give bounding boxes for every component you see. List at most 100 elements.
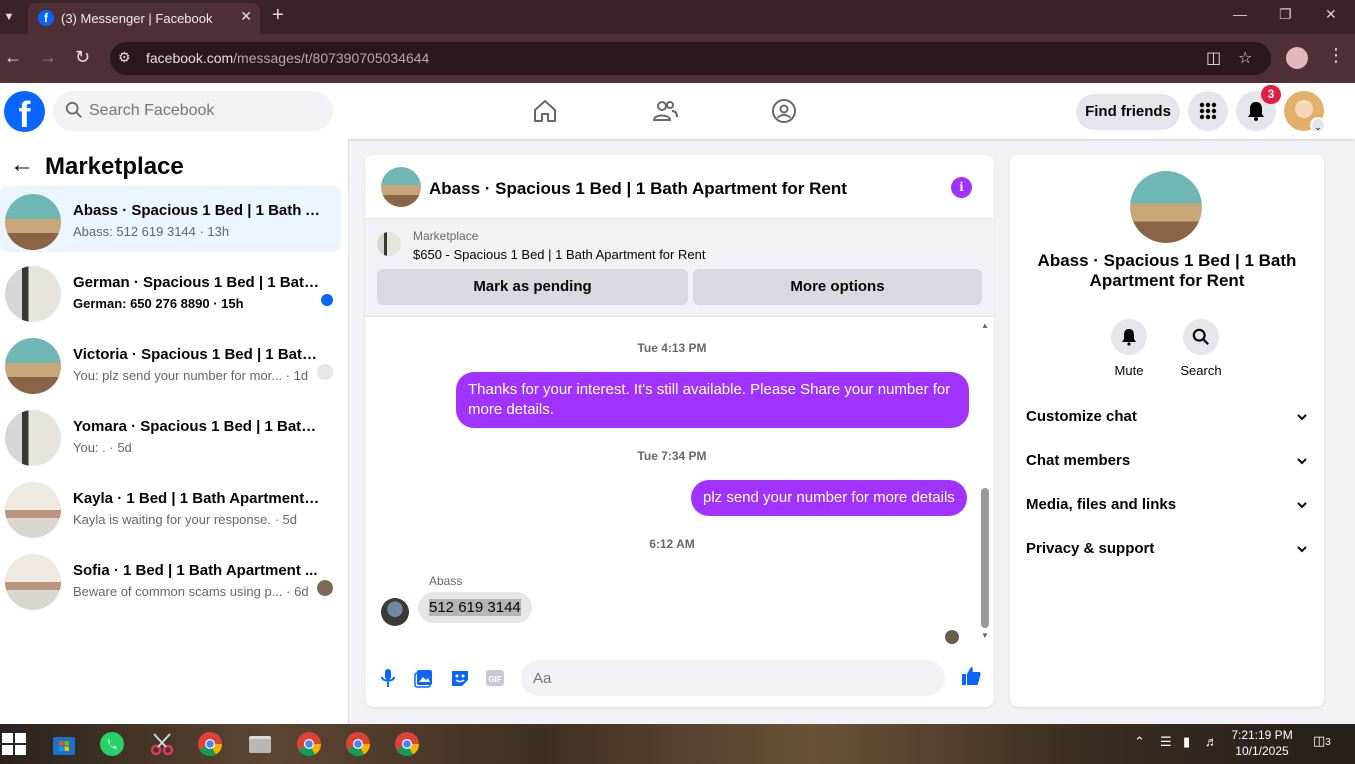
- conversation-item[interactable]: German · Spacious 1 Bed | 1 Bath... Germ…: [0, 258, 341, 324]
- conversation-item[interactable]: Sofia · 1 Bed | 1 Bath Apartment ... Bew…: [0, 546, 341, 612]
- forward-icon[interactable]: →: [39, 47, 57, 68]
- wifi-icon[interactable]: ☰: [1160, 734, 1172, 750]
- chat-title[interactable]: Abass · Spacious 1 Bed | 1 Bath Apartmen…: [429, 179, 847, 199]
- home-icon[interactable]: [531, 97, 559, 125]
- volume-icon[interactable]: ♬: [1205, 734, 1218, 749]
- customize-chat-section[interactable]: Customize chat: [1026, 397, 1308, 437]
- media-files-links-section[interactable]: Media, files and links: [1026, 485, 1308, 525]
- browser-tab[interactable]: f (3) Messenger | Facebook ✕: [28, 3, 260, 34]
- chevron-down-icon: [1297, 414, 1307, 421]
- message-thread: Tue 4:13 PM Thanks for your interest. It…: [365, 318, 994, 644]
- message-input-box[interactable]: [521, 660, 945, 696]
- file-explorer-icon[interactable]: [246, 730, 274, 758]
- find-friends-button[interactable]: Find friends: [1076, 94, 1180, 130]
- microphone-icon[interactable]: [377, 667, 399, 689]
- section-label: Privacy & support: [1026, 540, 1155, 557]
- sender-avatar[interactable]: [381, 598, 409, 626]
- default-avatar-icon: [317, 364, 333, 380]
- conversation-snippet: Beware of common scams using p... · 6d: [73, 584, 309, 599]
- menu-button[interactable]: [1188, 91, 1228, 131]
- search-input[interactable]: [89, 91, 319, 131]
- gif-icon[interactable]: GIF: [484, 667, 506, 689]
- search-box[interactable]: [53, 91, 333, 131]
- snipping-tool-icon[interactable]: [148, 730, 176, 758]
- whatsapp-icon[interactable]: [98, 730, 126, 758]
- message-bubble-outgoing[interactable]: Thanks for your interest. It's still ava…: [456, 372, 969, 428]
- new-tab-icon[interactable]: +: [272, 4, 284, 27]
- browser-profile-avatar[interactable]: [1286, 47, 1308, 69]
- mute-circle: [1111, 319, 1147, 355]
- minimize-icon[interactable]: —: [1233, 6, 1247, 22]
- address-bar[interactable]: ⚙ facebook.com/messages/t/80739070503464…: [110, 42, 1271, 75]
- scrollbar-thumb[interactable]: [981, 488, 989, 628]
- app-grid-icon: [1199, 102, 1217, 120]
- chrome-profile-icon[interactable]: [344, 730, 372, 758]
- conversation-item[interactable]: Victoria · Spacious 1 Bed | 1 Bath... Yo…: [0, 330, 341, 396]
- site-info-icon[interactable]: ⚙: [118, 49, 131, 66]
- search-conversation-button[interactable]: Search: [1171, 319, 1231, 378]
- chrome-profile-icon[interactable]: [295, 730, 323, 758]
- conversation-name: Yomara · Spacious 1 Bed | 1 Bath A...: [73, 418, 321, 435]
- chrome-profile-icon[interactable]: [393, 730, 421, 758]
- install-app-icon[interactable]: ◫: [1206, 48, 1221, 68]
- scroll-up-icon[interactable]: ▲: [981, 321, 989, 330]
- message-input[interactable]: [533, 660, 913, 696]
- browser-tab-strip: ▼ f (3) Messenger | Facebook ✕ + — ❐ ✕: [0, 0, 1355, 34]
- bookmark-star-icon[interactable]: ☆: [1238, 48, 1252, 68]
- groups-icon[interactable]: [770, 97, 798, 125]
- info-icon[interactable]: i: [951, 177, 972, 198]
- conversation-item[interactable]: Kayla · 1 Bed | 1 Bath Apartment fo... K…: [0, 474, 341, 540]
- notification-center-count: 3: [1325, 737, 1331, 748]
- facebook-header: f Find friends 3 ⌄: [0, 83, 1355, 139]
- thumbs-up-icon[interactable]: [960, 665, 982, 687]
- chevron-down-icon: [1297, 546, 1307, 553]
- message-timestamp: Tue 4:13 PM: [637, 341, 707, 355]
- facebook-logo-icon[interactable]: f: [4, 91, 45, 132]
- chrome-icon[interactable]: [196, 730, 224, 758]
- details-title: Abass · Spacious 1 Bed | 1 Bath Apartmen…: [1037, 251, 1297, 290]
- mark-as-pending-button[interactable]: Mark as pending: [377, 269, 688, 305]
- message-bubble-outgoing[interactable]: plz send your number for more details: [691, 480, 967, 516]
- message-bubble-incoming[interactable]: 512 619 3144: [418, 592, 532, 623]
- message-text: 512 619 3144: [429, 599, 521, 616]
- back-icon[interactable]: ←: [4, 47, 22, 68]
- notification-badge: 3: [1261, 85, 1281, 104]
- url-text[interactable]: facebook.com/messages/t/807390705034644: [146, 50, 429, 66]
- privacy-support-section[interactable]: Privacy & support: [1026, 529, 1308, 569]
- listing-thumbnail[interactable]: [377, 232, 401, 256]
- photo-icon[interactable]: [413, 667, 435, 689]
- chat-members-section[interactable]: Chat members: [1026, 441, 1308, 481]
- scroll-down-icon[interactable]: ▼: [981, 631, 989, 640]
- notification-center-icon[interactable]: ◫3: [1313, 733, 1331, 749]
- system-clock[interactable]: 7:21:19 PM 10/1/2025: [1226, 727, 1298, 759]
- listing-avatar[interactable]: [1130, 171, 1202, 243]
- microsoft-store-icon[interactable]: [50, 730, 78, 758]
- chevron-down-icon[interactable]: ⌄: [1310, 117, 1326, 133]
- reload-icon[interactable]: ↻: [75, 47, 90, 68]
- tab-search-dropdown-icon[interactable]: ▼: [0, 6, 18, 28]
- back-arrow-icon[interactable]: ←: [10, 151, 34, 179]
- search-circle: [1183, 319, 1219, 355]
- window-close-icon[interactable]: ✕: [1325, 6, 1337, 23]
- restore-icon[interactable]: ❐: [1279, 6, 1292, 23]
- tab-title: (3) Messenger | Facebook: [61, 11, 213, 26]
- show-hidden-icons-icon[interactable]: ⌃: [1134, 734, 1145, 750]
- chat-avatar[interactable]: [381, 167, 421, 207]
- conversation-item[interactable]: Yomara · Spacious 1 Bed | 1 Bath A... Yo…: [0, 402, 341, 468]
- tab-close-icon[interactable]: ✕: [240, 8, 252, 25]
- conversation-item[interactable]: Abass · Spacious 1 Bed | 1 Bath Ap... Ab…: [0, 186, 341, 252]
- conversation-name: Victoria · Spacious 1 Bed | 1 Bath...: [73, 346, 321, 363]
- browser-menu-icon[interactable]: ⋮: [1327, 45, 1345, 66]
- mute-button[interactable]: Mute: [1099, 319, 1159, 378]
- listing-title[interactable]: $650 - Spacious 1 Bed | 1 Bath Apartment…: [413, 247, 705, 262]
- read-receipt-avatar: [945, 630, 959, 644]
- chevron-down-icon: [1297, 458, 1307, 465]
- more-options-button[interactable]: More options: [693, 269, 982, 305]
- section-label: Media, files and links: [1026, 496, 1177, 513]
- conversation-snippet: Kayla is waiting for your response. · 5d: [73, 512, 297, 527]
- windows-start-icon[interactable]: [0, 730, 28, 758]
- message-scrollbar[interactable]: ▲ ▼: [979, 318, 991, 643]
- battery-icon[interactable]: ▮: [1183, 734, 1190, 750]
- sticker-icon[interactable]: [449, 667, 471, 689]
- friends-icon[interactable]: [651, 97, 679, 125]
